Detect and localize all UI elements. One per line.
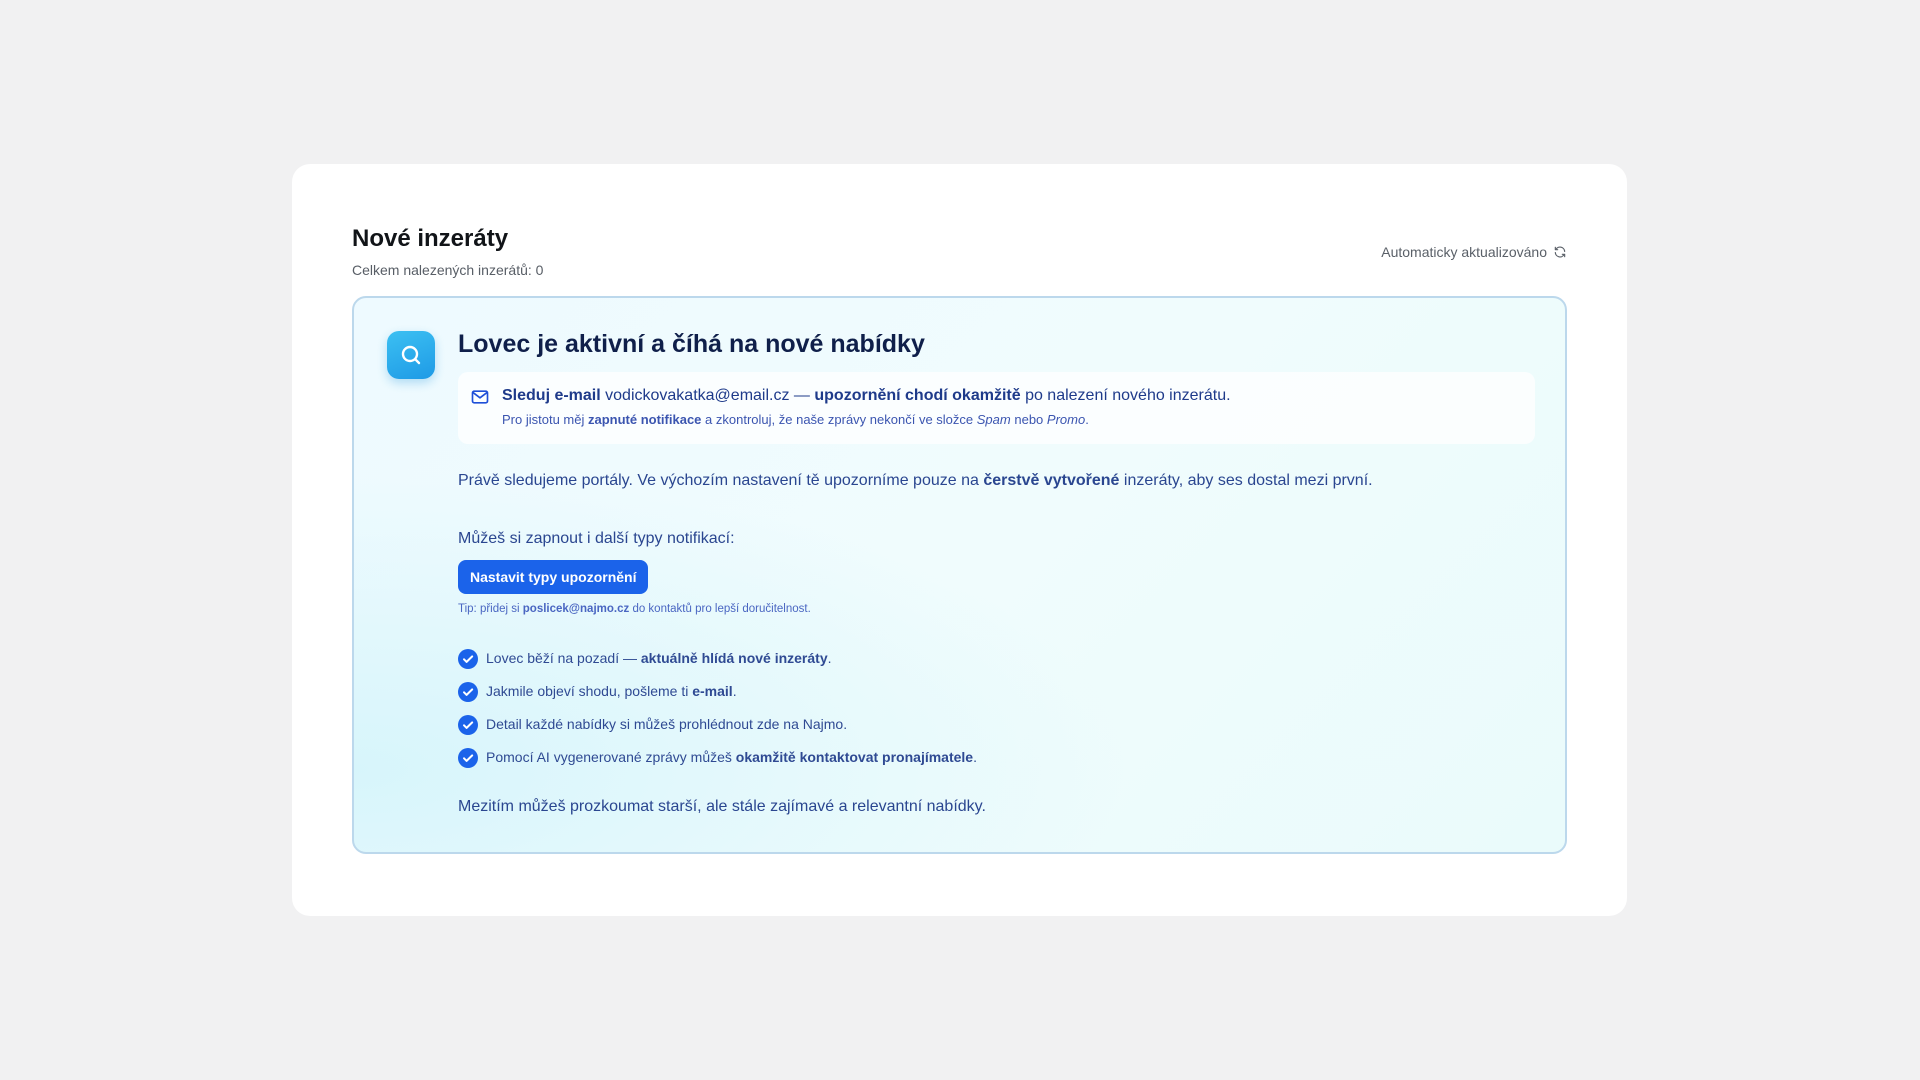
hint-mid: a zkontroluj, že naše zprávy nekončí ve … xyxy=(705,412,974,427)
feature-checklist: Lovec běží na pozadí — aktuálně hlídá no… xyxy=(458,649,1535,768)
hint-end: . xyxy=(1085,412,1089,427)
explore-older-text: Mezitím můžeš prozkoumat starší, ale stá… xyxy=(458,798,986,815)
set-notification-types-button[interactable]: Nastavit typy upozornění xyxy=(458,560,649,594)
notify-rest: po nalezení nového inzerátu. xyxy=(1025,387,1231,404)
check-circle-icon xyxy=(458,682,478,702)
email-info-box: Sleduj e-mail vodickovakatka@email.cz — … xyxy=(458,372,1535,444)
search-icon xyxy=(387,331,435,379)
watching-pre: Právě sledujeme portály. Ve výchozím nas… xyxy=(458,472,979,489)
check-text: Jakmile objeví shodu, pošleme ti e-mail. xyxy=(486,683,737,699)
tip-email: poslicek@najmo.cz xyxy=(522,603,630,615)
mail-icon xyxy=(471,390,489,404)
check-text: Lovec běží na pozadí — aktuálně hlídá no… xyxy=(486,650,832,666)
panel-content: Lovec je aktivní a číhá na nové nabídky … xyxy=(458,328,1535,818)
tip-post: do kontaktů pro lepší doručitelnost. xyxy=(632,603,811,615)
check-circle-icon xyxy=(458,748,478,768)
check-circle-icon xyxy=(458,649,478,669)
list-item: Detail každé nabídky si můžeš prohlédnou… xyxy=(458,715,1535,735)
follow-label: Sleduj e-mail xyxy=(502,387,601,404)
auto-update-label: Automaticky aktualizováno xyxy=(1381,244,1547,260)
watching-strong: čerstvě vytvořené xyxy=(983,472,1120,489)
dash: — xyxy=(793,387,810,404)
notify-strong: upozornění chodí okamžitě xyxy=(814,387,1021,404)
check-text: Detail každé nabídky si můžeš prohlédnou… xyxy=(486,716,848,732)
email-hint-line: Pro jistotu měj zapnuté notifikace a zko… xyxy=(502,411,1523,429)
new-listings-card: Nové inzeráty Celkem nalezených inzerátů… xyxy=(292,164,1627,916)
list-item: Pomocí AI vygenerované zprávy můžeš okam… xyxy=(458,748,1535,768)
list-item: Jakmile objeví shodu, pošleme ti e-mail. xyxy=(458,682,1535,702)
check-text: Pomocí AI vygenerované zprávy můžeš okam… xyxy=(486,749,977,765)
check-circle-icon xyxy=(458,715,478,735)
listings-count: Celkem nalezených inzerátů: 0 xyxy=(352,262,544,278)
watching-post: inzeráty, aby ses dostal mezi první. xyxy=(1123,472,1373,489)
tip-pre: Tip: přidej si xyxy=(458,603,520,615)
notification-types-label: Můžeš si zapnout i další typy notifikací… xyxy=(458,530,735,547)
card-header: Nové inzeráty Celkem nalezených inzerátů… xyxy=(352,224,1567,278)
hint-promo: Promo xyxy=(1046,412,1086,427)
hint-strong: zapnuté notifikace xyxy=(588,412,702,427)
hunter-status-panel: Lovec je aktivní a číhá na nové nabídky … xyxy=(352,296,1567,854)
email-follow-line: Sleduj e-mail vodickovakatka@email.cz — … xyxy=(502,386,1523,406)
panel-title: Lovec je aktivní a číhá na nové nabídky xyxy=(458,330,925,358)
list-item: Lovec běží na pozadí — aktuálně hlídá no… xyxy=(458,649,1535,669)
watched-email: vodickovakatka@email.cz xyxy=(605,387,790,404)
hint-or: nebo xyxy=(1014,412,1044,427)
hint-pre: Pro jistotu měj xyxy=(502,412,585,427)
hint-spam: Spam xyxy=(976,412,1011,427)
refresh-icon xyxy=(1554,246,1566,258)
auto-update-status: Automaticky aktualizováno xyxy=(1381,244,1567,260)
tip-text: Tip: přidej si poslicek@najmo.cz do kont… xyxy=(458,603,1535,615)
watching-paragraph: Právě sledujeme portály. Ve výchozím nas… xyxy=(458,470,1535,492)
